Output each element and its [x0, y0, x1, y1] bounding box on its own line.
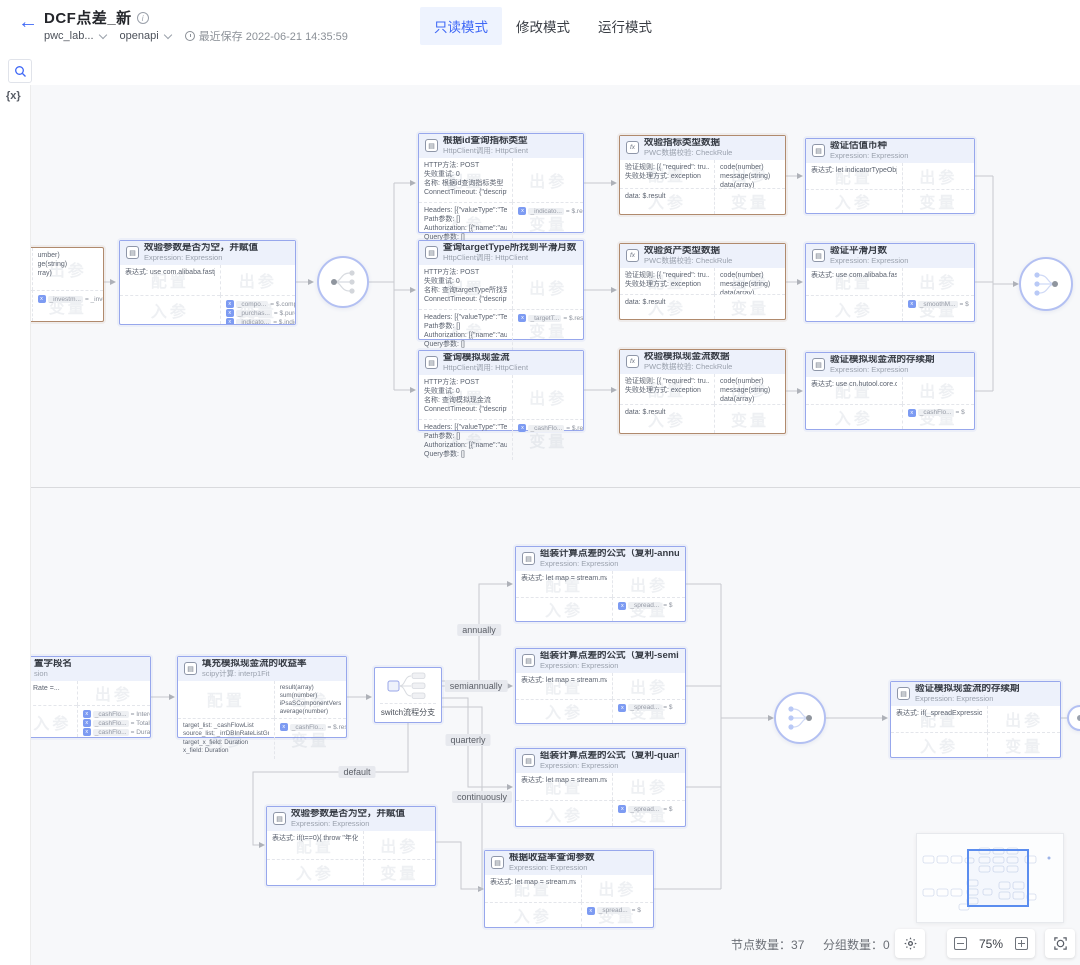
variable-icon: x — [226, 318, 234, 324]
variable-icon: x — [38, 295, 46, 303]
httpclient-icon: ▤ — [425, 356, 438, 369]
node-validate-params-top[interactable]: ▤ 效验参数是否为空，并赋值Expression: Expression 配置表… — [119, 240, 296, 325]
zoom-level: 75% — [979, 937, 1003, 951]
node-query-indicator-type[interactable]: ▤ 根据id查询指标类型HttpClient调用: HttpClient 配置 … — [418, 133, 584, 233]
chevron-down-icon[interactable] — [163, 31, 171, 39]
zoom-in-icon[interactable] — [1015, 937, 1028, 950]
group-divider — [31, 487, 1080, 488]
expression-icon: ▤ — [897, 687, 910, 700]
variable-icon: x — [280, 723, 288, 731]
back-arrow-icon[interactable]: ← — [18, 12, 38, 32]
flow-canvas[interactable]: annually semiannually quarterly continuo… — [30, 85, 1080, 965]
variable-panel-icon[interactable]: {x} — [6, 90, 21, 102]
node-validate-params-bottom[interactable]: ▤ 效验参数是否为空，并赋值Expression: Expression 配置表… — [266, 806, 436, 886]
minimap[interactable] — [916, 833, 1064, 923]
expression-icon: ▤ — [812, 249, 825, 262]
node-fill-cashflow-yield[interactable]: ▤ 填充模拟现金流的收益率scipy计算: interp1Fit 配置 出参 r… — [177, 656, 347, 738]
variable-icon: x — [618, 602, 626, 610]
mode-tabs: 只读模式 修改模式 运行模式 — [420, 7, 666, 45]
last-saved: 最近保存 2022-06-21 14:35:59 — [185, 28, 348, 44]
tab-read-mode[interactable]: 只读模式 — [420, 7, 502, 45]
group-count: 分组数量：0 — [823, 936, 890, 953]
variable-icon: x — [618, 704, 626, 712]
fanin-junction-bottom[interactable] — [774, 692, 826, 744]
edge-label-semiannually: semiannually — [445, 680, 508, 692]
variable-icon: x — [908, 300, 916, 308]
variable-icon: x — [83, 728, 91, 736]
checkrule-icon: fx — [626, 249, 639, 262]
page-title: DCF点差_新 — [44, 10, 132, 27]
expression-icon: ▤ — [522, 552, 535, 565]
gear-icon — [903, 936, 918, 951]
edge-label-default: default — [338, 766, 375, 778]
expression-icon: ▤ — [812, 358, 825, 371]
fanout-icon — [328, 269, 358, 295]
checkrule-icon: fx — [626, 141, 639, 154]
edge-label-quarterly: quarterly — [445, 734, 490, 746]
fanin-icon — [1031, 271, 1061, 297]
httpclient-icon: ▤ — [425, 139, 438, 152]
variable-icon: x — [908, 409, 916, 417]
node-validate-cashflow-duration-bottom[interactable]: ▤ 验证模拟现金流的存续期Expression: Expression 配置表达… — [890, 681, 1061, 758]
variable-icon: x — [83, 710, 91, 718]
node-spread-formula-quarterly[interactable]: ▤ 组装计算点差的公式（复利-quarterly）Expression: Exp… — [515, 748, 686, 827]
chevron-down-icon[interactable] — [98, 31, 106, 39]
expression-icon: ▤ — [126, 246, 139, 259]
variable-icon: x — [226, 300, 234, 308]
httpclient-icon: ▤ — [425, 246, 438, 259]
node-check-cashflow-data[interactable]: fx 校验模拟现金流数据PWC数据校验: CheckRule 配置 验证规则: … — [619, 349, 786, 434]
node-clipped-output[interactable]: 配置 出参 umber) ge(string) rray) 入参 变量 x_in… — [30, 247, 104, 322]
settings-button[interactable] — [895, 929, 925, 958]
node-validate-cashflow-duration-top[interactable]: ▤ 验证模拟现金流的存续期Expression: Expression 配置表达… — [805, 352, 975, 430]
zoom-controls: 75% — [947, 929, 1035, 958]
node-switch-branch[interactable]: switch流程分支 — [374, 667, 442, 723]
search-button[interactable] — [8, 59, 32, 83]
edge-label-continuously: continuously — [452, 791, 512, 803]
node-query-params-by-yield[interactable]: ▤ 根据收益率查询参数Expression: Expression 配置表达式:… — [484, 850, 654, 928]
fanin-junction-top[interactable] — [1019, 257, 1073, 311]
expression-icon: ▤ — [491, 856, 504, 869]
fanout-junction[interactable] — [317, 256, 369, 308]
expression-icon: ▤ — [812, 144, 825, 157]
node-count: 节点数量：37 — [731, 936, 804, 953]
checkrule-icon: fx — [626, 355, 639, 368]
node-spread-formula-semiannually[interactable]: ▤ 组装计算点差的公式（复利-semiannually）Expression: … — [515, 648, 686, 724]
end-junction[interactable] — [1067, 705, 1080, 731]
zoom-out-icon[interactable] — [954, 937, 967, 950]
node-spread-formula-annually[interactable]: ▤ 组装计算点差的公式（复利-annually）Expression: Expr… — [515, 546, 686, 622]
edge-label-annually: annually — [457, 624, 501, 636]
fit-view-button[interactable] — [1045, 929, 1075, 958]
node-check-indicator-type-data[interactable]: fx 效验指标类型数据PWC数据校验: CheckRule 配置 验证规则: [… — [619, 135, 786, 215]
variable-icon: x — [518, 424, 526, 432]
node-set-field-name[interactable]: 置字段名sion Rate =... 出参 入参 x_cashFlo...= I… — [30, 656, 151, 738]
expression-icon: ▤ — [522, 754, 535, 767]
search-icon — [14, 65, 27, 78]
node-query-simulated-cashflow[interactable]: ▤ 查询模拟现金流HttpClient调用: HttpClient 配置 HTT… — [418, 350, 584, 431]
node-query-targettype-smooth-months[interactable]: ▤ 查询targetType所找到平滑月数HttpClient调用: HttpC… — [418, 240, 584, 340]
expression-icon: ▤ — [522, 654, 535, 667]
info-icon[interactable]: i — [137, 12, 149, 24]
fit-view-icon — [1053, 936, 1068, 951]
tab-run-mode[interactable]: 运行模式 — [584, 7, 666, 45]
api-select[interactable]: openapi — [120, 30, 159, 42]
node-check-asset-type-data[interactable]: fx 效验资产类型数据PWC数据校验: CheckRule 配置 验证规则: [… — [619, 243, 786, 320]
variable-icon: x — [518, 207, 526, 215]
workspace-select[interactable]: pwc_lab... — [44, 30, 94, 42]
variable-icon: x — [83, 719, 91, 727]
tab-edit-mode[interactable]: 修改模式 — [502, 7, 584, 45]
variable-icon: x — [587, 907, 595, 915]
node-validate-smooth-months[interactable]: ▤ 验证平滑月数Expression: Expression 配置表达式: us… — [805, 243, 975, 322]
minimap-viewport[interactable] — [967, 849, 1029, 907]
node-validate-valuation-currency[interactable]: ▤ 验证估值币种Expression: Expression 配置表达式: le… — [805, 138, 975, 214]
fanin-icon — [785, 705, 815, 731]
variable-icon: x — [618, 805, 626, 813]
switch-branch-icon — [386, 671, 430, 701]
variable-icon: x — [226, 309, 234, 317]
scipy-icon: ▤ — [184, 662, 197, 675]
expression-icon: ▤ — [273, 812, 286, 825]
clock-icon — [185, 31, 195, 41]
switch-node-label: switch流程分支 — [380, 703, 436, 718]
variable-icon: x — [518, 314, 526, 322]
app-header: ← DCF点差_新 i pwc_lab... openapi 最近保存 2022-… — [0, 0, 1080, 58]
